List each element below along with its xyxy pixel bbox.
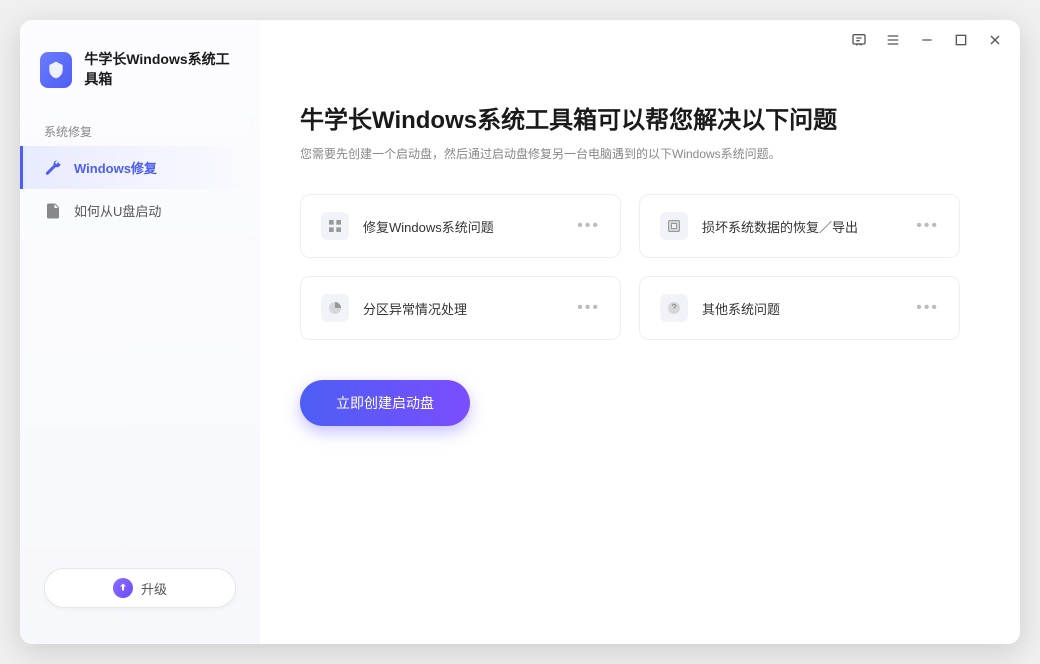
card-label: 损坏系统数据的恢复／导出 — [702, 217, 916, 236]
menu-icon[interactable] — [884, 31, 902, 49]
card-partition[interactable]: 分区异常情况处理 ••• — [300, 276, 621, 340]
disk-icon — [660, 212, 688, 240]
sidebar-item-label: Windows修复 — [74, 158, 157, 177]
sidebar-item-label: 如何从U盘启动 — [74, 201, 161, 220]
grid-icon — [321, 212, 349, 240]
card-label: 分区异常情况处理 — [363, 299, 577, 318]
question-icon — [660, 294, 688, 322]
brand: 牛学长Windows系统工具箱 — [20, 50, 260, 113]
sidebar-item-windows-repair[interactable]: Windows修复 — [20, 146, 260, 189]
more-icon: ••• — [577, 299, 600, 317]
page-subtitle: 您需要先创建一个启动盘，然后通过启动盘修复另一台电脑遇到的以下Windows系统… — [300, 145, 960, 162]
titlebar — [834, 20, 1020, 60]
page-title: 牛学长Windows系统工具箱可以帮您解决以下问题 — [300, 100, 960, 135]
card-repair-windows[interactable]: 修复Windows系统问题 ••• — [300, 194, 621, 258]
main-content: 牛学长Windows系统工具箱可以帮您解决以下问题 您需要先创建一个启动盘，然后… — [260, 20, 1020, 644]
card-data-recovery[interactable]: 损坏系统数据的恢复／导出 ••• — [639, 194, 960, 258]
upgrade-icon — [113, 578, 133, 598]
card-label: 修复Windows系统问题 — [363, 217, 577, 236]
more-icon: ••• — [916, 299, 939, 317]
create-boot-disk-button[interactable]: 立即创建启动盘 — [300, 380, 470, 426]
sidebar-section-label: 系统修复 — [20, 117, 260, 146]
card-label: 其他系统问题 — [702, 299, 916, 318]
wrench-icon — [44, 159, 62, 177]
feature-cards: 修复Windows系统问题 ••• 损坏系统数据的恢复／导出 ••• 分区异常情… — [300, 194, 960, 340]
maximize-icon[interactable] — [952, 31, 970, 49]
card-other-issues[interactable]: 其他系统问题 ••• — [639, 276, 960, 340]
brand-logo-icon — [40, 52, 72, 88]
close-icon[interactable] — [986, 31, 1004, 49]
sidebar: 牛学长Windows系统工具箱 系统修复 Windows修复 如何从U盘启动 升… — [20, 20, 260, 644]
feedback-icon[interactable] — [850, 31, 868, 49]
upgrade-button[interactable]: 升级 — [44, 568, 236, 608]
upgrade-label: 升级 — [141, 579, 167, 598]
minimize-icon[interactable] — [918, 31, 936, 49]
partition-icon — [321, 294, 349, 322]
document-icon — [44, 202, 62, 220]
more-icon: ••• — [916, 217, 939, 235]
brand-title: 牛学长Windows系统工具箱 — [84, 50, 240, 89]
more-icon: ••• — [577, 217, 600, 235]
sidebar-item-usb-boot[interactable]: 如何从U盘启动 — [20, 189, 260, 232]
app-window: 牛学长Windows系统工具箱 系统修复 Windows修复 如何从U盘启动 升… — [20, 20, 1020, 644]
